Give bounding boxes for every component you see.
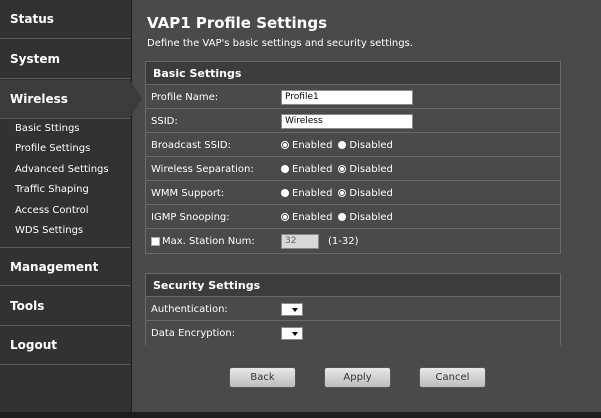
page-title: VAP1 Profile Settings: [147, 14, 328, 32]
nav-management[interactable]: Management: [0, 247, 130, 286]
wmm-enabled-label: Enabled: [292, 187, 333, 199]
nav-sub-access-control[interactable]: Access Control: [15, 205, 89, 216]
broadcast-ssid-label: Broadcast SSID:: [151, 139, 231, 151]
nav-sub-advanced-settings[interactable]: Advanced Settings: [15, 164, 109, 175]
separation-enabled-radio[interactable]: [281, 165, 289, 173]
apply-button[interactable]: Apply: [324, 367, 391, 388]
bottom-bar: [0, 412, 601, 418]
wireless-separation-row: Wireless Separation: Enabled Disabled: [146, 157, 560, 181]
wmm-support-label: WMM Support:: [151, 187, 225, 199]
igmp-disabled-radio[interactable]: [338, 213, 347, 221]
back-button[interactable]: Back: [229, 367, 296, 388]
max-station-label: Max. Station Num:: [162, 235, 255, 247]
authentication-label: Authentication:: [151, 303, 228, 315]
broadcast-enabled-label: Enabled: [292, 139, 333, 151]
ssid-label: SSID:: [151, 115, 178, 127]
nav-status[interactable]: Status: [0, 0, 130, 39]
data-encryption-select[interactable]: [281, 326, 303, 340]
max-station-checkbox[interactable]: [151, 236, 160, 246]
profile-name-input[interactable]: Profile1: [281, 89, 413, 105]
nav-sub-traffic-shaping[interactable]: Traffic Shaping: [15, 184, 89, 195]
igmp-snooping-row: IGMP Snooping: Enabled Disabled: [146, 205, 560, 229]
basic-settings-header: Basic Settings: [146, 62, 560, 85]
max-station-input[interactable]: 32: [281, 233, 319, 249]
nav-system[interactable]: System: [0, 40, 130, 79]
data-encryption-row: Data Encryption:: [146, 321, 560, 345]
nav-sub-basic-settings[interactable]: Basic Sttings: [15, 123, 80, 134]
separation-enabled-label: Enabled: [292, 163, 333, 175]
authentication-row: Authentication:: [146, 297, 560, 321]
igmp-enabled-label: Enabled: [292, 211, 333, 223]
wireless-separation-label: Wireless Separation:: [151, 163, 254, 175]
authentication-select[interactable]: [281, 302, 303, 316]
separation-disabled-label: Disabled: [349, 163, 393, 175]
profile-name-row: Profile Name: Profile1: [146, 85, 560, 109]
wmm-disabled-label: Disabled: [349, 187, 393, 199]
nav-wireless[interactable]: Wireless: [0, 80, 142, 119]
broadcast-ssid-row: Broadcast SSID: Enabled Disabled: [146, 133, 560, 157]
nav-wireless-label: Wireless: [10, 92, 68, 106]
sidebar: Status System Wireless Basic Sttings Pro…: [0, 0, 142, 412]
page-description: Define the VAP's basic settings and secu…: [147, 38, 413, 49]
security-settings-header: Security Settings: [146, 274, 560, 297]
broadcast-enabled-radio[interactable]: [281, 141, 289, 149]
max-station-row: Max. Station Num: 32 (1-32): [146, 229, 560, 253]
broadcast-disabled-label: Disabled: [349, 139, 393, 151]
wmm-support-row: WMM Support: Enabled Disabled: [146, 181, 560, 205]
nav-sub-profile-settings[interactable]: Profile Settings: [15, 143, 90, 154]
igmp-disabled-label: Disabled: [349, 211, 393, 223]
broadcast-disabled-radio[interactable]: [338, 141, 347, 149]
cancel-button[interactable]: Cancel: [419, 367, 486, 388]
nav-sub-wds-settings[interactable]: WDS Settings: [15, 225, 83, 236]
separation-disabled-radio[interactable]: [338, 165, 347, 173]
nav-tools[interactable]: Tools: [0, 287, 130, 326]
ssid-input[interactable]: Wireless: [281, 113, 413, 129]
wmm-disabled-radio[interactable]: [338, 189, 347, 197]
nav-logout[interactable]: Logout: [0, 326, 130, 365]
wmm-enabled-radio[interactable]: [281, 189, 289, 197]
basic-settings-panel: Basic Settings Profile Name: Profile1 SS…: [145, 61, 561, 254]
igmp-snooping-label: IGMP Snooping:: [151, 211, 230, 223]
ssid-row: SSID: Wireless: [146, 109, 560, 133]
igmp-enabled-radio[interactable]: [281, 213, 289, 221]
profile-name-label: Profile Name:: [151, 91, 219, 103]
security-settings-panel: Security Settings Authentication: Data E…: [145, 273, 561, 345]
max-station-range: (1-32): [328, 235, 359, 247]
active-arrow-icon: [130, 80, 142, 118]
data-encryption-label: Data Encryption:: [151, 327, 236, 339]
